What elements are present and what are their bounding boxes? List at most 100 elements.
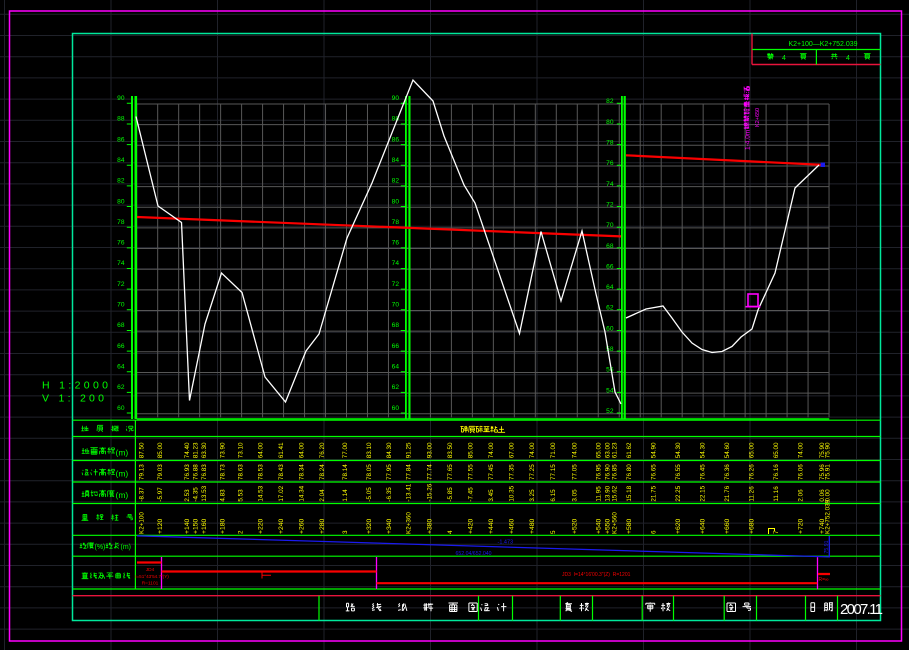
- svg-text:21.76: 21.76: [724, 485, 731, 501]
- svg-text:61.62: 61.62: [626, 442, 633, 458]
- svg-text:+220: +220: [257, 518, 264, 534]
- svg-text:90: 90: [392, 95, 400, 102]
- svg-text:+260: +260: [299, 518, 306, 534]
- svg-text:80: 80: [392, 198, 400, 205]
- svg-text:85.00: 85.00: [157, 442, 164, 458]
- svg-text:76.95: 76.95: [596, 464, 603, 480]
- svg-text:75.91: 75.91: [825, 464, 832, 480]
- svg-text:84: 84: [392, 157, 400, 164]
- svg-text:74: 74: [606, 181, 614, 188]
- svg-text:K2+650: K2+650: [755, 108, 761, 127]
- svg-text:74.00: 74.00: [488, 442, 495, 458]
- svg-text:74.00: 74.00: [572, 442, 579, 458]
- svg-text:77.35: 77.35: [509, 464, 516, 480]
- svg-text:+620: +620: [675, 518, 682, 534]
- svg-text:77.65: 77.65: [447, 464, 454, 480]
- svg-text:6: 6: [650, 530, 657, 534]
- svg-text:15.18: 15.18: [626, 485, 633, 501]
- svg-text:11.95: 11.95: [596, 486, 603, 502]
- svg-text:66: 66: [606, 263, 614, 270]
- svg-text:2.04: 2.04: [319, 489, 326, 502]
- svg-text:75.90: 75.90: [825, 442, 832, 458]
- svg-text:14.53: 14.53: [257, 485, 264, 501]
- svg-text:+150: +150: [193, 518, 200, 534]
- svg-text:76.45: 76.45: [699, 464, 706, 480]
- svg-text:1.14: 1.14: [342, 489, 349, 502]
- svg-text:5.53: 5.53: [237, 489, 244, 502]
- svg-text:+520: +520: [572, 518, 579, 534]
- svg-text:54.30: 54.30: [675, 442, 682, 458]
- svg-text:86: 86: [392, 136, 400, 143]
- svg-text:+680: +680: [748, 518, 755, 534]
- svg-text:+320: +320: [366, 518, 373, 534]
- svg-text:+640: +640: [699, 518, 706, 534]
- svg-text:I=51°43'54.7"(Y): I=51°43'54.7"(Y): [135, 574, 169, 579]
- svg-text:79.13: 79.13: [138, 464, 145, 480]
- svg-text:82: 82: [392, 178, 400, 185]
- svg-text:+580: +580: [626, 518, 633, 534]
- svg-text:73.90: 73.90: [220, 442, 227, 458]
- svg-text:62: 62: [117, 384, 125, 391]
- svg-text:78.53: 78.53: [257, 464, 264, 480]
- svg-text:75.91: 75.91: [824, 540, 830, 553]
- svg-text:78: 78: [392, 219, 400, 226]
- svg-text:68: 68: [606, 243, 614, 250]
- svg-text:61.41: 61.41: [278, 442, 285, 458]
- svg-text:77.15: 77.15: [550, 464, 557, 480]
- svg-text:3.05: 3.05: [572, 489, 579, 502]
- svg-text:84: 84: [117, 157, 125, 164]
- svg-text:(%): (%): [95, 544, 106, 551]
- svg-text:+120: +120: [157, 518, 164, 534]
- svg-text:78: 78: [117, 219, 125, 226]
- svg-text:85.00: 85.00: [468, 442, 475, 458]
- svg-text:56: 56: [606, 367, 614, 374]
- svg-text:81.23: 81.23: [193, 442, 200, 458]
- svg-text:17.02: 17.02: [278, 485, 285, 501]
- svg-text:+540: +540: [596, 518, 603, 534]
- svg-text:-7.45: -7.45: [468, 487, 475, 502]
- svg-text:13.90: 13.90: [604, 485, 611, 501]
- svg-text:82: 82: [606, 98, 614, 105]
- svg-text:+180: +180: [220, 518, 227, 534]
- svg-text:66: 66: [117, 343, 125, 350]
- svg-text:R=1101: R=1101: [142, 581, 159, 587]
- svg-text:60: 60: [392, 405, 400, 412]
- svg-text:86: 86: [117, 136, 125, 143]
- svg-text:76: 76: [606, 160, 614, 167]
- svg-text:91.25: 91.25: [405, 442, 412, 458]
- svg-text:21.75: 21.75: [650, 485, 657, 501]
- svg-text:(m): (m): [116, 447, 129, 457]
- svg-text:-13.41: -13.41: [405, 483, 412, 501]
- svg-text:-1.473: -1.473: [498, 540, 514, 546]
- svg-text:70: 70: [606, 222, 614, 229]
- svg-text:74.40: 74.40: [184, 442, 191, 458]
- svg-text:77.55: 77.55: [468, 464, 475, 480]
- svg-text:78.05: 78.05: [366, 464, 373, 480]
- svg-text:-4.35: -4.35: [193, 487, 200, 502]
- svg-text:77.84: 77.84: [405, 464, 412, 480]
- svg-text:65.00: 65.00: [748, 442, 755, 458]
- svg-text:64.00: 64.00: [257, 442, 264, 458]
- svg-text:78: 78: [606, 140, 614, 147]
- svg-text:V 1: 200: V 1: 200: [42, 393, 104, 405]
- svg-text:3: 3: [342, 530, 349, 534]
- svg-text:74.00: 74.00: [529, 442, 536, 458]
- svg-text:88: 88: [117, 116, 125, 123]
- svg-text:63.00: 63.00: [604, 442, 611, 458]
- svg-text:77.00: 77.00: [342, 442, 349, 458]
- svg-text:70: 70: [392, 302, 400, 309]
- svg-text:52: 52: [606, 408, 614, 415]
- svg-text:+420: +420: [468, 518, 475, 534]
- svg-text:76.93: 76.93: [184, 464, 191, 480]
- svg-text:83.50: 83.50: [447, 442, 454, 458]
- svg-text:-8.37: -8.37: [138, 487, 145, 502]
- svg-text:(m): (m): [121, 544, 132, 551]
- svg-text:76.80: 76.80: [626, 464, 633, 480]
- svg-text:6.15: 6.15: [550, 489, 557, 502]
- svg-text:77.05: 77.05: [572, 464, 579, 480]
- svg-text:JD4: JD4: [146, 567, 155, 573]
- svg-text:+440: +440: [488, 518, 495, 534]
- svg-text:60: 60: [606, 325, 614, 332]
- svg-text:76.88: 76.88: [193, 464, 200, 480]
- svg-text:62: 62: [606, 305, 614, 312]
